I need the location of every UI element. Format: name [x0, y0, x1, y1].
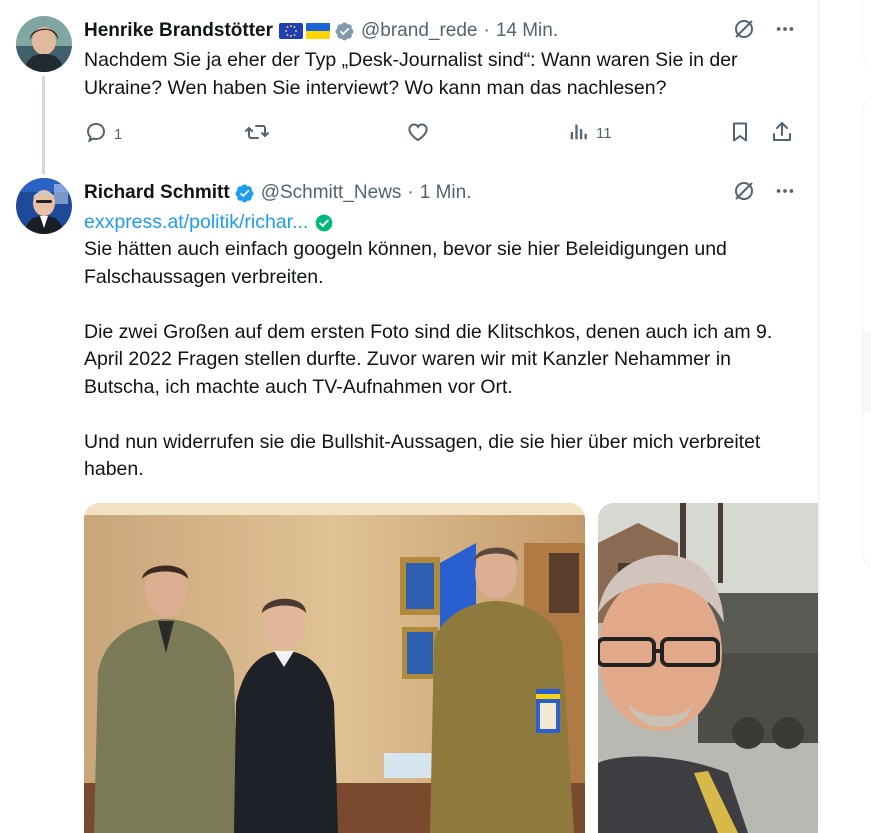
column-divider [818, 0, 819, 821]
tweet-henrike[interactable]: Henrike Brandstötter @brand_rede · 14 Mi… [0, 0, 818, 174]
bookmark-icon [728, 120, 752, 148]
bookmark-button[interactable] [728, 120, 752, 148]
separator-dot: · [407, 182, 414, 203]
reply-button[interactable]: 1 [84, 120, 122, 148]
author-handle[interactable]: @brand_rede [361, 20, 477, 42]
author-handle[interactable]: @Schmitt_News [261, 182, 402, 204]
tweet-text: Nachdem Sie ja eher der Typ „Desk-Journa… [84, 49, 743, 99]
article-link[interactable]: exxpress.at/politik/richar... [84, 211, 308, 234]
tweet-time[interactable]: 14 Min. [496, 20, 558, 42]
tweet-actions: 1 11 [84, 120, 804, 148]
author-name[interactable]: Henrike Brandstötter [84, 20, 273, 42]
eu-flag-icon [279, 23, 303, 39]
avatar[interactable] [16, 178, 72, 234]
photo-selfie-butscha[interactable] [598, 503, 818, 833]
share-icon [770, 120, 794, 148]
sidebar-card-trends [862, 96, 871, 568]
tweet-header: Richard Schmitt @Schmitt_News · 1 Min. [84, 181, 472, 205]
blue-verified-badge-icon[interactable] [234, 183, 255, 204]
tweet-header-actions [732, 19, 796, 43]
tweet-text: Sie hätten auch einfach googeln können, … [84, 238, 773, 480]
timeline: Henrike Brandstötter @brand_rede · 14 Mi… [0, 0, 818, 833]
like-button[interactable] [406, 120, 436, 148]
avatar[interactable] [16, 16, 72, 72]
thread-line [42, 76, 45, 174]
author-name[interactable]: Richard Schmitt [84, 182, 230, 204]
grok-icon[interactable] [732, 17, 756, 46]
photo-klitschkos-nehammer[interactable] [84, 503, 585, 833]
analytics-icon [568, 120, 590, 146]
sidebar-card-top [862, 0, 871, 68]
reply-count: 1 [114, 125, 123, 143]
tweet-time[interactable]: 1 Min. [420, 182, 472, 204]
tweet-link-row: exxpress.at/politik/richar... [84, 209, 334, 236]
retweet-icon [244, 120, 270, 148]
more-options-icon[interactable] [774, 18, 796, 45]
views-count: 11 [596, 124, 612, 142]
tweet-richard[interactable]: Richard Schmitt @Schmitt_News · 1 Min. e… [0, 172, 818, 833]
more-options-icon[interactable] [774, 180, 796, 207]
sidebar-hover-row[interactable] [863, 331, 871, 413]
share-button[interactable] [770, 120, 794, 148]
gray-verified-badge-icon[interactable] [334, 21, 355, 42]
tweet-header: Henrike Brandstötter @brand_rede · 14 Mi… [84, 19, 558, 43]
green-check-icon [314, 213, 334, 233]
reply-icon [84, 120, 108, 148]
views-button[interactable]: 11 [568, 120, 612, 146]
ukraine-flag-icon [306, 23, 330, 39]
retweet-button[interactable] [244, 120, 276, 148]
tweet-header-actions [732, 181, 796, 205]
separator-dot: · [483, 20, 490, 41]
heart-icon [406, 120, 430, 148]
grok-icon[interactable] [732, 179, 756, 208]
